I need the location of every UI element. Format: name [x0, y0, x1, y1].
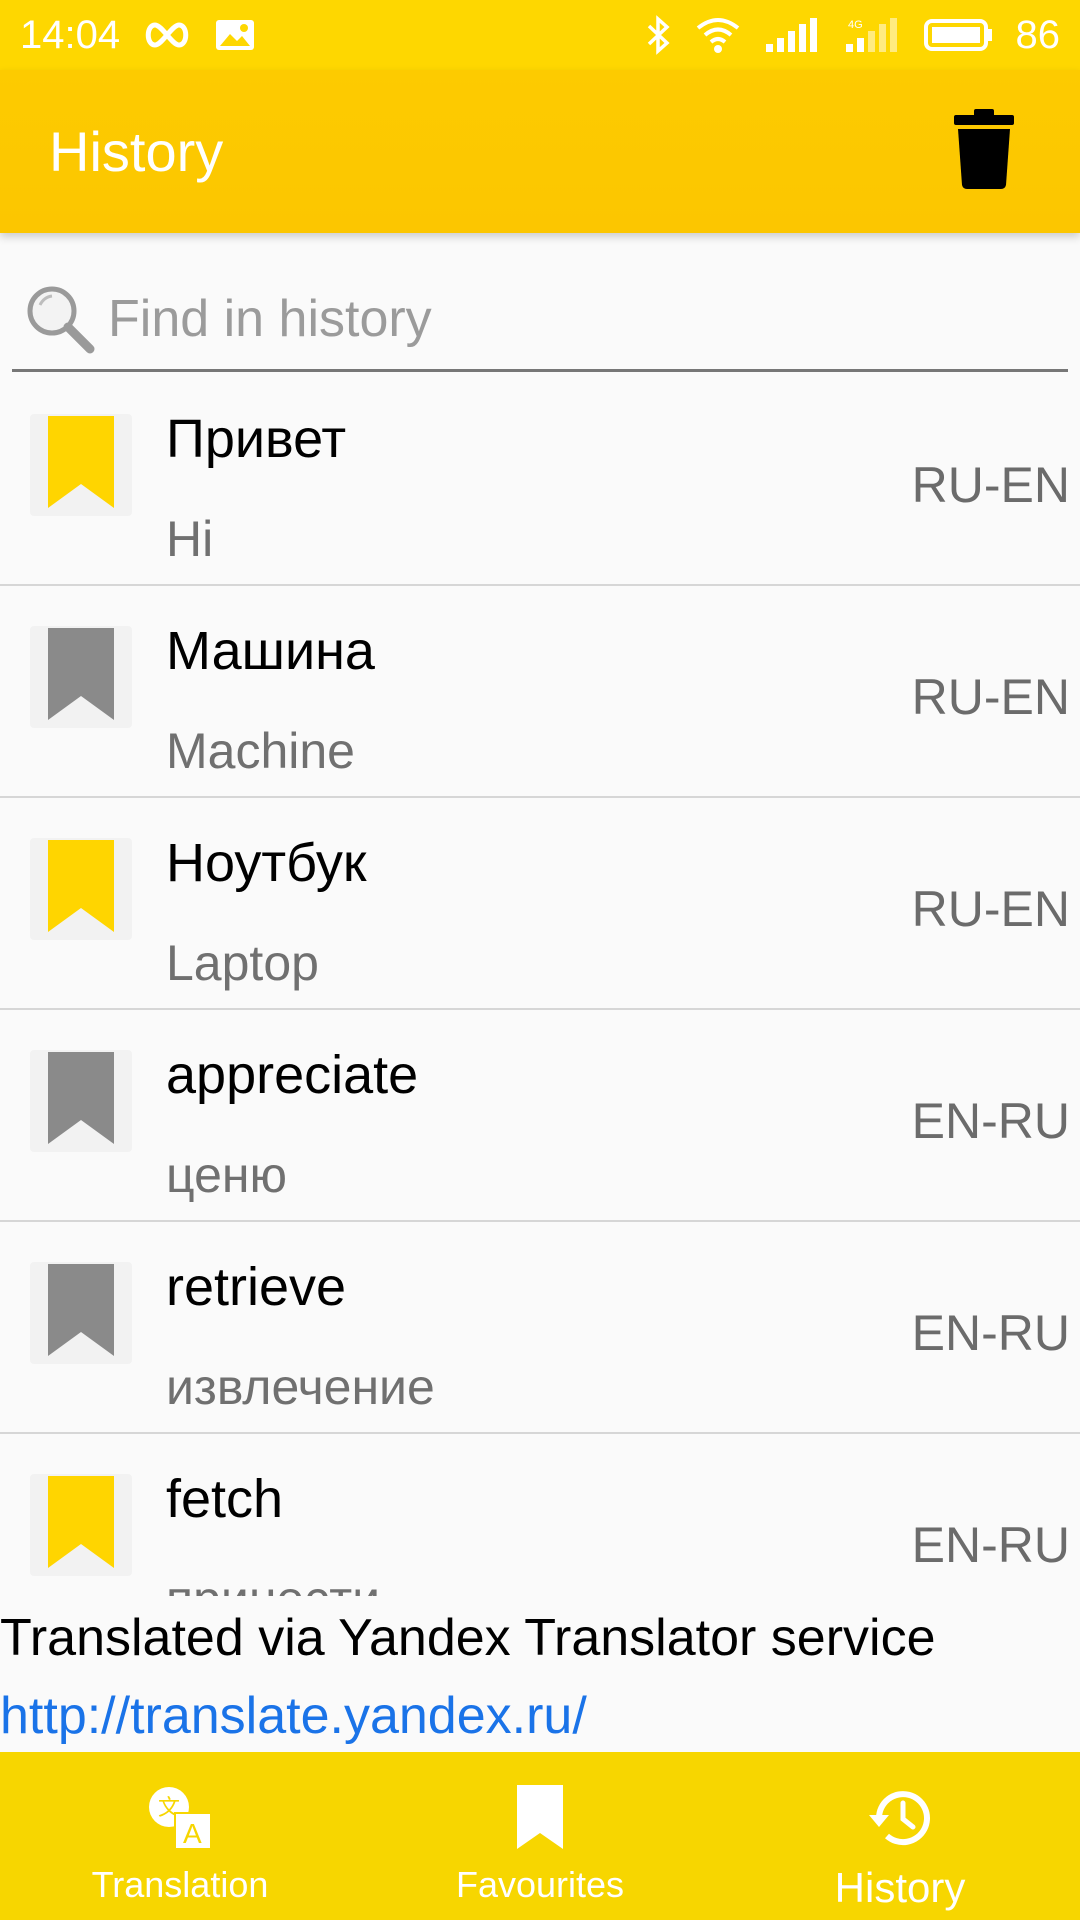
- source-word: appreciate: [166, 1045, 419, 1105]
- language-pair: EN-RU: [911, 1093, 1070, 1149]
- trash-icon: [952, 107, 1016, 196]
- image-notification-icon: [214, 18, 256, 52]
- wifi-icon: [694, 16, 742, 54]
- infinity-icon: [142, 21, 192, 49]
- bottom-navigation: 文A Translation Favourites History: [0, 1752, 1080, 1920]
- history-item[interactable]: fetch принести EN-RU: [0, 1434, 1080, 1596]
- source-word: retrieve: [166, 1257, 347, 1317]
- bookmark-outline-icon: [48, 1051, 114, 1151]
- language-pair: RU-EN: [911, 457, 1070, 513]
- status-time: 14:04: [20, 12, 121, 57]
- bookmark-filled-icon: [48, 1475, 114, 1575]
- favourite-toggle[interactable]: [30, 838, 132, 940]
- translated-word: извлечение: [166, 1359, 435, 1415]
- translated-word: Machine: [166, 723, 355, 779]
- history-item[interactable]: Привет Hi RU-EN: [0, 374, 1080, 586]
- language-pair: RU-EN: [911, 881, 1070, 937]
- translated-word: ценю: [166, 1147, 287, 1203]
- history-item[interactable]: Ноутбук Laptop RU-EN: [0, 798, 1080, 1010]
- translated-word: принести: [166, 1570, 380, 1596]
- language-pair: EN-RU: [911, 1305, 1070, 1361]
- nav-label: History: [834, 1864, 966, 1911]
- app-bar: History: [0, 70, 1080, 233]
- clear-history-button[interactable]: [948, 107, 1020, 197]
- nav-label: Translation: [91, 1864, 269, 1905]
- history-item[interactable]: appreciate ценю EN-RU: [0, 1010, 1080, 1222]
- search-icon: [22, 281, 98, 357]
- battery-icon: [923, 17, 994, 53]
- yandex-link[interactable]: http://translate.yandex.ru/: [0, 1686, 587, 1746]
- favourite-toggle[interactable]: [30, 1262, 132, 1364]
- attribution-text: Translated via Yandex Translator service: [0, 1609, 936, 1667]
- source-word: fetch: [166, 1469, 284, 1529]
- status-bar: 14:04 4G 86: [0, 0, 1080, 70]
- favourite-toggle[interactable]: [30, 1050, 132, 1152]
- search-bar: [12, 268, 1068, 372]
- signal-4g-icon: 4G: [844, 16, 902, 54]
- bookmark-filled-icon: [48, 839, 114, 939]
- nav-favourites[interactable]: Favourites: [360, 1752, 720, 1920]
- history-item[interactable]: retrieve извлечение EN-RU: [0, 1222, 1080, 1434]
- language-pair: RU-EN: [911, 669, 1070, 725]
- network-type: 4G: [848, 19, 863, 31]
- translated-word: Hi: [166, 511, 214, 567]
- bookmark-outline-icon: [48, 627, 114, 727]
- language-pair: EN-RU: [911, 1517, 1070, 1573]
- bookmark-icon: [517, 1778, 563, 1858]
- favourite-toggle[interactable]: [30, 1474, 132, 1576]
- bluetooth-icon: [646, 15, 672, 55]
- svg-text:A: A: [183, 1818, 202, 1849]
- translated-word: Laptop: [166, 935, 319, 991]
- attribution: Translated via Yandex Translator service…: [0, 1596, 1080, 1752]
- history-list: Привет Hi RU-EN Машина Machine RU-EN Ноу…: [0, 374, 1080, 1596]
- battery-level: 86: [1015, 12, 1061, 57]
- favourite-toggle[interactable]: [30, 626, 132, 728]
- search-input[interactable]: [108, 288, 1008, 349]
- bookmark-filled-icon: [48, 415, 114, 515]
- source-word: Машина: [166, 621, 375, 681]
- signal-icon: [764, 16, 822, 54]
- history-icon: [867, 1778, 933, 1858]
- history-item[interactable]: Машина Machine RU-EN: [0, 586, 1080, 798]
- nav-history[interactable]: History: [720, 1752, 1080, 1920]
- source-word: Привет: [166, 409, 347, 469]
- translate-icon: 文A: [145, 1778, 215, 1858]
- nav-translation[interactable]: 文A Translation: [0, 1752, 360, 1920]
- page-title: History: [49, 120, 224, 183]
- source-word: Ноутбук: [166, 833, 367, 893]
- bookmark-outline-icon: [48, 1263, 114, 1363]
- nav-label: Favourites: [455, 1864, 625, 1905]
- favourite-toggle[interactable]: [30, 414, 132, 516]
